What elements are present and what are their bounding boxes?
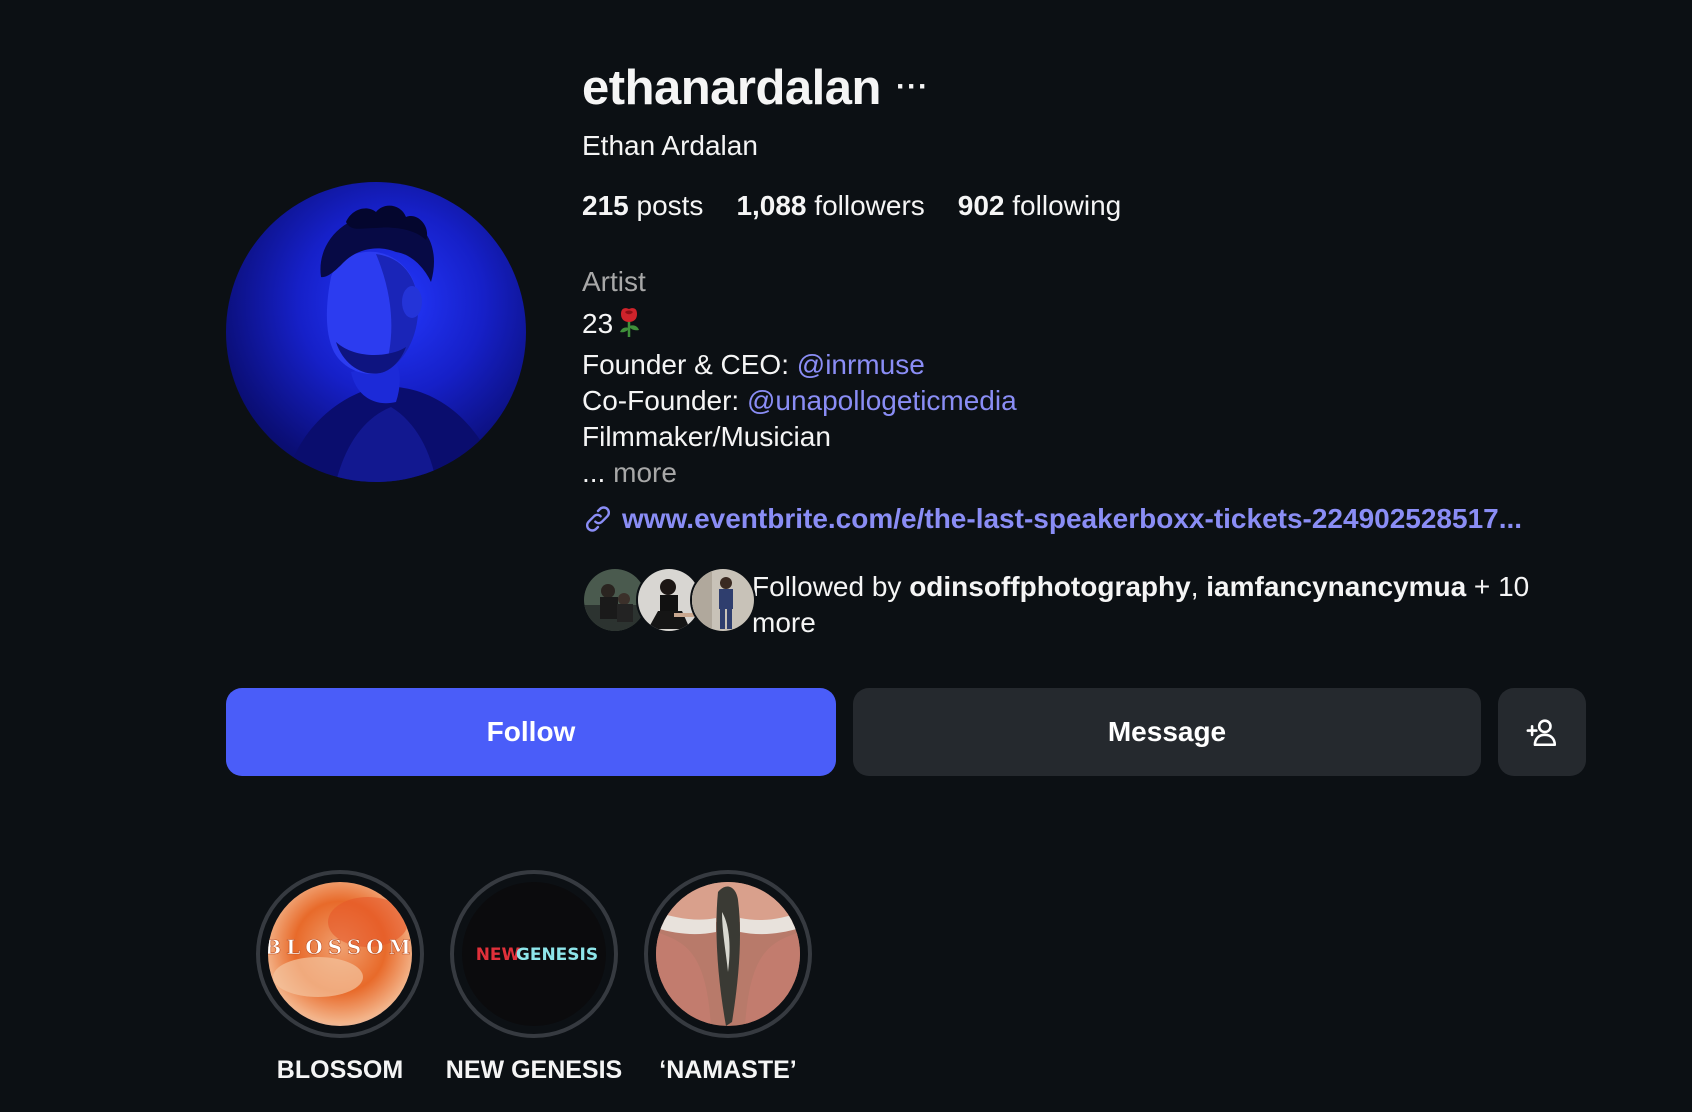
highlight-cover: NEW GENESIS bbox=[462, 882, 606, 1026]
mutual-followers-avatars bbox=[582, 567, 756, 633]
new-genesis-cover-text-1: NEW bbox=[476, 945, 521, 965]
rose-emoji-icon bbox=[615, 306, 643, 347]
profile-page: ethanardalan ··· Ethan Ardalan 215 posts… bbox=[0, 0, 1692, 1112]
followers-stat[interactable]: 1,088 followers bbox=[736, 190, 924, 222]
username: ethanardalan bbox=[582, 61, 881, 115]
bio-ellipsis: ... bbox=[582, 457, 614, 488]
external-link[interactable]: www.eventbrite.com/e/the-last-speakerbox… bbox=[582, 503, 1522, 535]
bio-age: 23 bbox=[582, 308, 614, 339]
add-person-icon bbox=[1526, 719, 1557, 747]
highlight-namaste[interactable]: ‘NAMASTE’ bbox=[643, 870, 813, 1085]
bio-line-founder: Founder & CEO: @inrmuse bbox=[582, 347, 1017, 383]
bio-line-occupation: Filmmaker/Musician bbox=[582, 421, 831, 452]
profile-stats: 215 posts 1,088 followers 902 following bbox=[582, 190, 1121, 222]
bio: 23 Founder & CEO: @inrmuse Co-Founder: @… bbox=[582, 306, 1017, 491]
followed-by-prefix: Followed by bbox=[752, 571, 910, 602]
highlight-label: BLOSSOM bbox=[276, 1056, 404, 1084]
highlight-label: NEW GENESIS bbox=[445, 1056, 623, 1084]
follow-button[interactable]: Follow bbox=[226, 688, 836, 776]
following-count: 902 bbox=[957, 190, 1005, 221]
highlight-cover bbox=[656, 882, 800, 1026]
link-icon bbox=[585, 506, 611, 532]
avatar-portrait-image bbox=[286, 205, 501, 482]
bio-cofounder-prefix: Co-Founder: bbox=[582, 385, 747, 416]
highlight-blossom[interactable]: BLOSSOM BLOSSOM bbox=[255, 870, 425, 1085]
bio-line-cofounder: Co-Founder: @unapollogeticmedia bbox=[582, 383, 1017, 419]
blossom-cover-text: BLOSSOM bbox=[268, 935, 412, 959]
followers-count: 1,088 bbox=[736, 190, 807, 221]
followed-by[interactable]: Followed by odinsoffphotography, iamfanc… bbox=[582, 567, 1552, 641]
bio-more-link[interactable]: more bbox=[613, 457, 677, 488]
mutual-follower-avatar bbox=[690, 567, 756, 633]
mention-inrmuse[interactable]: @inrmuse bbox=[797, 349, 925, 380]
posts-count: 215 bbox=[582, 190, 629, 221]
profile-avatar[interactable] bbox=[226, 182, 526, 482]
highlight-ring: NEW GENESIS bbox=[450, 870, 618, 1038]
mention-unapollogeticmedia[interactable]: @unapollogeticmedia bbox=[747, 385, 1017, 416]
bio-line-more: ... more bbox=[582, 455, 1017, 491]
highlight-ring bbox=[644, 870, 812, 1038]
mutual-follower-1[interactable]: odinsoffphotography bbox=[909, 571, 1191, 602]
following-stat[interactable]: 902 following bbox=[958, 190, 1121, 222]
posts-stat[interactable]: 215 posts bbox=[582, 190, 703, 222]
followers-label: followers bbox=[814, 190, 925, 221]
highlight-ring: BLOSSOM bbox=[256, 870, 424, 1038]
posts-label: posts bbox=[636, 190, 704, 221]
new-genesis-cover-text-2: GENESIS bbox=[516, 945, 598, 965]
bio-founder-prefix: Founder & CEO: bbox=[582, 349, 797, 380]
followed-by-separator: , bbox=[1190, 571, 1207, 602]
highlight-cover: BLOSSOM bbox=[268, 882, 412, 1026]
highlight-label: ‘NAMASTE’ bbox=[659, 1056, 797, 1084]
external-link-text: www.eventbrite.com/e/the-last-speakerbox… bbox=[622, 503, 1523, 534]
more-options-icon[interactable]: ··· bbox=[896, 70, 929, 104]
message-button[interactable]: Message bbox=[853, 688, 1481, 776]
suggested-users-button[interactable] bbox=[1498, 688, 1586, 776]
profile-category: Artist bbox=[582, 266, 646, 297]
mutual-follower-2[interactable]: iamfancynancymua bbox=[1206, 571, 1466, 602]
highlight-new-genesis[interactable]: NEW GENESIS NEW GENESIS bbox=[445, 870, 623, 1085]
following-label: following bbox=[1012, 190, 1122, 221]
bio-line-age: 23 bbox=[582, 306, 1017, 347]
full-name: Ethan Ardalan bbox=[582, 130, 758, 161]
followed-by-text: Followed by odinsoffphotography, iamfanc… bbox=[752, 567, 1552, 641]
